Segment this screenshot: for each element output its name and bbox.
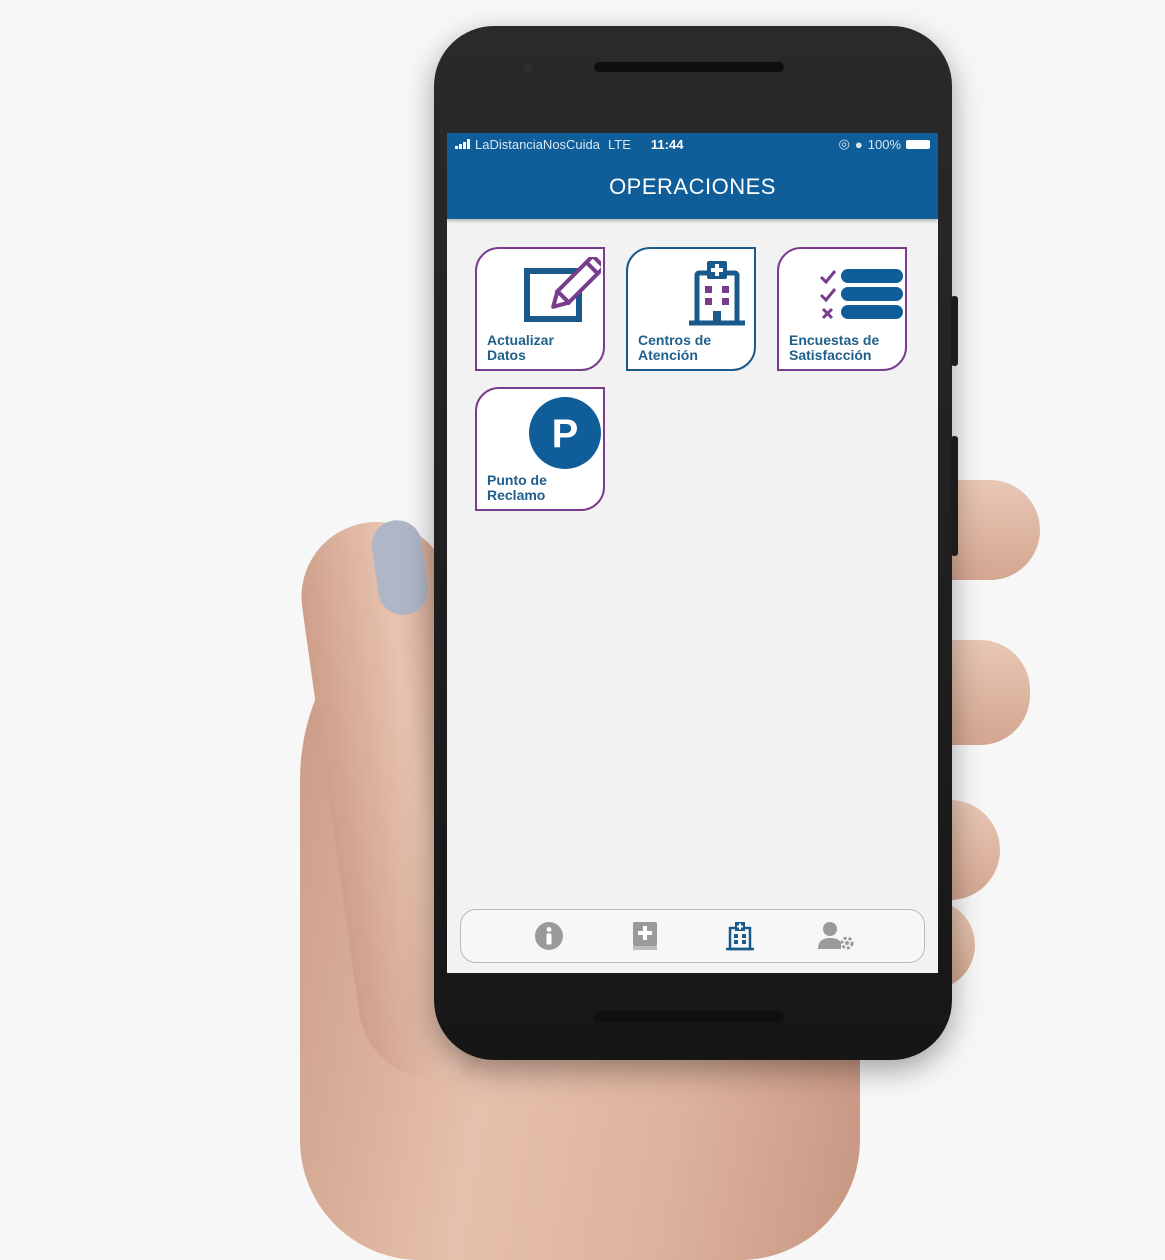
alarm-icon: ● [854,136,863,152]
network-type: LTE [608,136,631,152]
battery-icon [906,139,930,149]
tile-label: Encuestas de Satisfacción [789,332,880,363]
parking-p-icon: P [529,397,601,469]
tile-centros-de-atencion[interactable]: Centros de Atención [626,247,756,371]
edit-icon [524,257,601,322]
tile-encuestas-de-satisfaccion[interactable]: Encuestas de Satisfacción [777,247,907,371]
tile-label: Centros de Atención [638,332,712,363]
earpiece [594,62,784,72]
tile-punto-de-reclamo[interactable]: P Punto de Reclamo [475,387,605,511]
info-icon [534,922,563,950]
survey-list-icon [819,269,903,320]
nav-user-settings[interactable] [816,916,856,956]
speaker-grille [594,1011,784,1023]
bottom-nav [460,909,925,963]
app-header: OPERACIONES [447,155,938,219]
nav-hospital[interactable] [720,916,760,956]
battery-percent: 100% [867,136,901,152]
status-bar: LaDistanciaNosCuida LTE 11:44 ◎ ● 100% [447,133,938,155]
nav-info[interactable] [529,916,569,956]
nav-medical-book[interactable] [625,916,665,956]
tile-label: Actualizar Datos [487,332,554,363]
page-title: OPERACIONES [609,174,776,199]
medical-book-icon [632,922,657,950]
front-camera [524,64,532,72]
hospital-icon [689,261,745,326]
hospital-icon [726,922,755,951]
app-screen: LaDistanciaNosCuida LTE 11:44 ◎ ● 100% O… [447,133,938,973]
tile-label: Punto de Reclamo [487,472,547,503]
user-settings-icon [818,922,854,950]
carrier-name: LaDistanciaNosCuida [475,136,601,152]
signal-icon [455,139,470,149]
power-button [951,436,958,556]
tile-actualizar-datos[interactable]: Actualizar Datos [475,247,605,371]
svg-text:P: P [552,412,579,456]
location-icon: ◎ [838,136,850,151]
clock: 11:44 [650,136,684,152]
volume-button [951,296,958,366]
